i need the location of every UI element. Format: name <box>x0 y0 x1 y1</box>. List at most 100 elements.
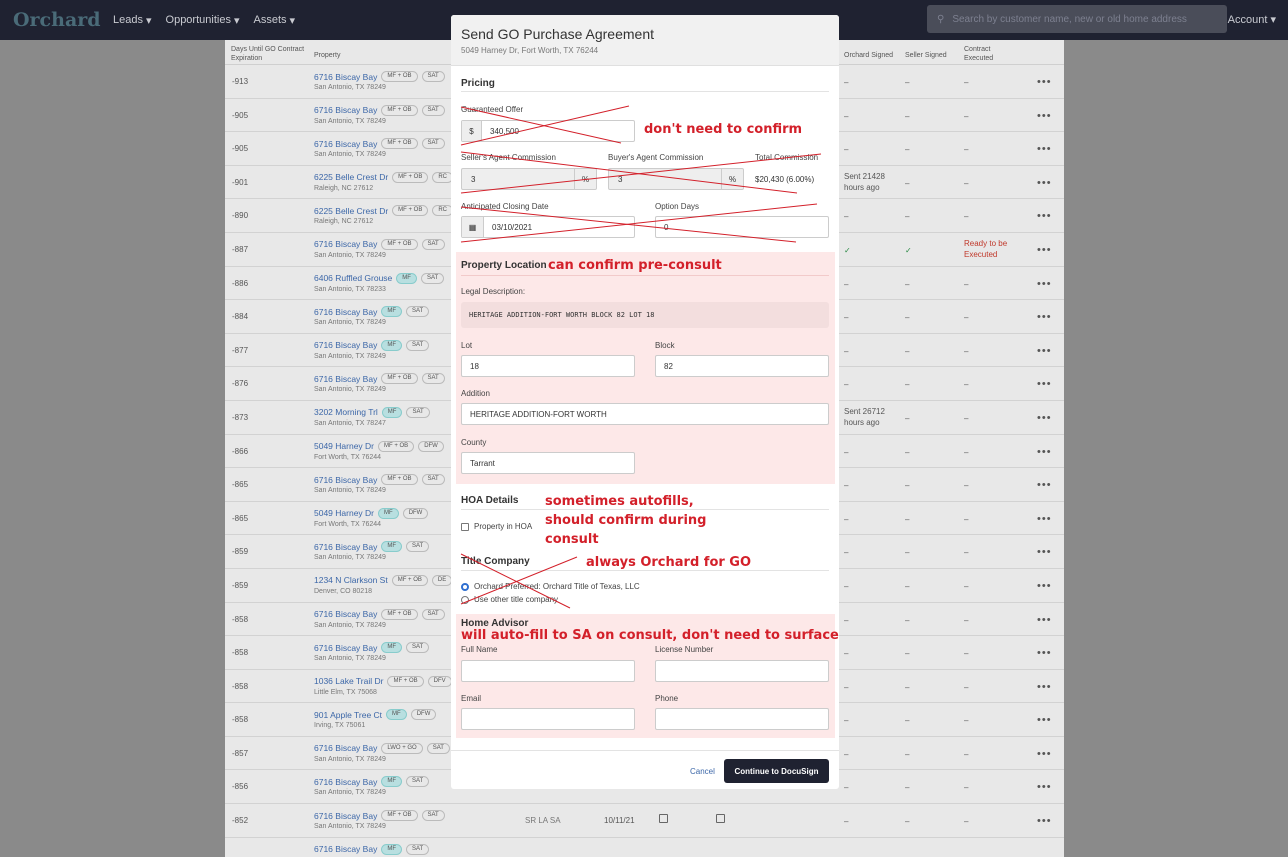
row-actions-icon[interactable]: ••• <box>1037 815 1052 827</box>
seller-signed-cell: – <box>905 548 910 558</box>
property-city: San Antonio, TX 78249 <box>314 621 386 629</box>
row-actions-icon[interactable]: ••• <box>1037 412 1052 424</box>
tag-badge: MF <box>381 776 402 788</box>
property-city: Denver, CO 80218 <box>314 587 372 595</box>
external-link-icon[interactable] <box>659 814 668 824</box>
contract-executed-cell: – <box>964 581 969 591</box>
seller-signed-cell: – <box>905 581 910 591</box>
row-actions-icon[interactable]: ••• <box>1037 714 1052 726</box>
days-cell: -887 <box>232 244 249 254</box>
orchard-signed-cell: Sent 26712 hours ago <box>844 406 885 427</box>
seller-signed-cell: – <box>905 615 910 625</box>
days-cell: -857 <box>232 748 249 758</box>
days-cell: -876 <box>232 379 249 389</box>
tag-badge: MF + OB <box>391 574 428 586</box>
tag-badge: SAT <box>406 642 430 654</box>
property-link[interactable]: 6716 Biscay Bay MF + OB SAT <box>314 71 445 82</box>
property-link[interactable]: 6225 Belle Crest Dr MF + OB RC <box>314 205 454 217</box>
property-street: 1234 N Clarkson St <box>314 575 388 586</box>
property-link[interactable]: 5049 Harney Dr MF DFW <box>314 507 429 519</box>
property-link[interactable]: 6716 Biscay Bay MF SAT <box>314 776 430 788</box>
row-actions-icon[interactable]: ••• <box>1037 580 1052 592</box>
property-link[interactable]: 6716 Biscay Bay MF SAT <box>314 642 430 654</box>
row-actions-icon[interactable]: ••• <box>1037 278 1052 290</box>
account-menu[interactable]: Account ▾ <box>1228 13 1276 26</box>
row-actions-icon[interactable]: ••• <box>1037 311 1052 323</box>
property-street: 5049 Harney Dr <box>314 508 375 519</box>
days-cell: -859 <box>232 547 249 557</box>
property-link[interactable]: 6716 Biscay Bay MF SAT <box>314 843 430 855</box>
orchard-signed-cell: – <box>844 817 849 827</box>
property-link[interactable]: 6225 Belle Crest Dr MF + OB RC <box>314 171 454 183</box>
property-link[interactable]: 6716 Biscay Bay MF SAT <box>314 306 430 318</box>
property-link[interactable]: 6716 Biscay Bay MF SAT <box>314 339 430 351</box>
property-link[interactable]: 6716 Biscay Bay MF + OB SAT <box>314 104 445 116</box>
row-actions-icon[interactable]: ••• <box>1037 681 1052 693</box>
nav-opportunities[interactable]: Opportunities ▾ <box>166 14 240 27</box>
contract-executed-cell: – <box>964 78 969 87</box>
row-actions-icon[interactable]: ••• <box>1037 647 1052 659</box>
row-actions-icon[interactable]: ••• <box>1037 614 1052 626</box>
row-actions-icon[interactable]: ••• <box>1037 345 1052 357</box>
property-link[interactable]: 6716 Biscay Bay MF + OB SAT <box>314 138 445 150</box>
days-cell: -858 <box>232 681 249 691</box>
seller-signed-cell: – <box>905 649 910 659</box>
row-actions-icon[interactable]: ••• <box>1037 110 1052 122</box>
property-link[interactable]: 6716 Biscay Bay MF + OB SAT <box>314 373 445 385</box>
orchard-signed-cell: – <box>844 749 849 759</box>
tag-badge: RC <box>432 171 454 183</box>
row-actions-icon[interactable]: ••• <box>1037 177 1052 189</box>
row-actions-icon[interactable]: ••• <box>1037 781 1052 793</box>
property-street: 6406 Ruffled Grouse <box>314 273 393 284</box>
seller-signed-cell: – <box>905 514 910 524</box>
row-actions-icon[interactable]: ••• <box>1037 479 1052 491</box>
orchard-signed-cell: – <box>844 447 849 457</box>
property-link[interactable]: 6716 Biscay Bay MF SAT <box>314 541 430 553</box>
orchard-signed-cell: – <box>844 78 849 87</box>
nav-assets[interactable]: Assets ▾ <box>253 14 295 27</box>
row-actions-icon[interactable]: ••• <box>1037 446 1052 458</box>
search-input[interactable]: ⚲ Search by customer name, new or old ho… <box>927 5 1227 33</box>
tag-badge: MF <box>381 843 402 855</box>
contract-executed-cell: – <box>964 178 969 188</box>
row-actions-icon[interactable]: ••• <box>1037 76 1052 88</box>
tag-badge: MF + OB <box>381 373 418 385</box>
property-link[interactable]: 1036 Lake Trail Dr MF + OB DFV <box>314 675 452 687</box>
nav-leads[interactable]: Leads ▾ <box>113 14 152 27</box>
property-street: 6716 Biscay Bay <box>314 474 378 485</box>
external-link-icon[interactable] <box>716 814 725 824</box>
table-row[interactable]: -852 6716 Biscay Bay MF + OB SAT San Antonio… <box>225 804 1064 838</box>
tag-badge: MF <box>381 642 402 654</box>
property-link[interactable]: 3202 Morning Trl MF SAT <box>314 406 430 418</box>
caret-down-icon: ▾ <box>289 14 296 27</box>
property-link[interactable]: 5049 Harney Dr MF + OB DFW <box>314 440 444 452</box>
property-city: San Antonio, TX 78249 <box>314 823 386 831</box>
property-link[interactable]: 6716 Biscay Bay MF + OB SAT <box>314 474 445 486</box>
row-actions-icon[interactable]: ••• <box>1037 378 1052 390</box>
property-link[interactable]: 6716 Biscay Bay MF + OB SAT <box>314 608 445 620</box>
contract-executed-cell: – <box>964 783 969 793</box>
orchard-signed-cell: – <box>844 716 849 726</box>
row-actions-icon[interactable]: ••• <box>1037 210 1052 222</box>
row-actions-icon[interactable]: ••• <box>1037 546 1052 558</box>
property-link[interactable]: 6716 Biscay Bay LWO + GO SAT <box>314 742 450 754</box>
property-street: 6716 Biscay Bay <box>314 743 378 754</box>
row-actions-icon[interactable]: ••• <box>1037 143 1052 155</box>
property-street: 6225 Belle Crest Dr <box>314 205 389 216</box>
days-cell: -865 <box>232 480 249 490</box>
row-actions-icon[interactable]: ••• <box>1037 513 1052 525</box>
table-row[interactable]: 6716 Biscay Bay MF SAT <box>225 838 1064 857</box>
property-link[interactable]: 6716 Biscay Bay MF + OB SAT <box>314 238 445 250</box>
seller-signed-cell: – <box>905 279 910 289</box>
property-link[interactable]: 6716 Biscay Bay MF + OB SAT <box>314 810 445 822</box>
property-city: Fort Worth, TX 76244 <box>314 520 382 528</box>
property-link[interactable]: 1234 N Clarkson St MF + OB DE <box>314 574 453 586</box>
property-link[interactable]: 6406 Ruffled Grouse MF SAT <box>314 272 445 284</box>
row-actions-icon[interactable]: ••• <box>1037 244 1052 256</box>
property-city: San Antonio, TX 78249 <box>314 117 386 125</box>
orchard-signed-cell: ✓ <box>844 245 851 255</box>
contract-executed-cell: – <box>964 817 969 827</box>
row-actions-icon[interactable]: ••• <box>1037 748 1052 760</box>
orchard-logo[interactable]: Orchard <box>13 9 101 31</box>
property-link[interactable]: 901 Apple Tree Ct MF DFW <box>314 709 437 721</box>
